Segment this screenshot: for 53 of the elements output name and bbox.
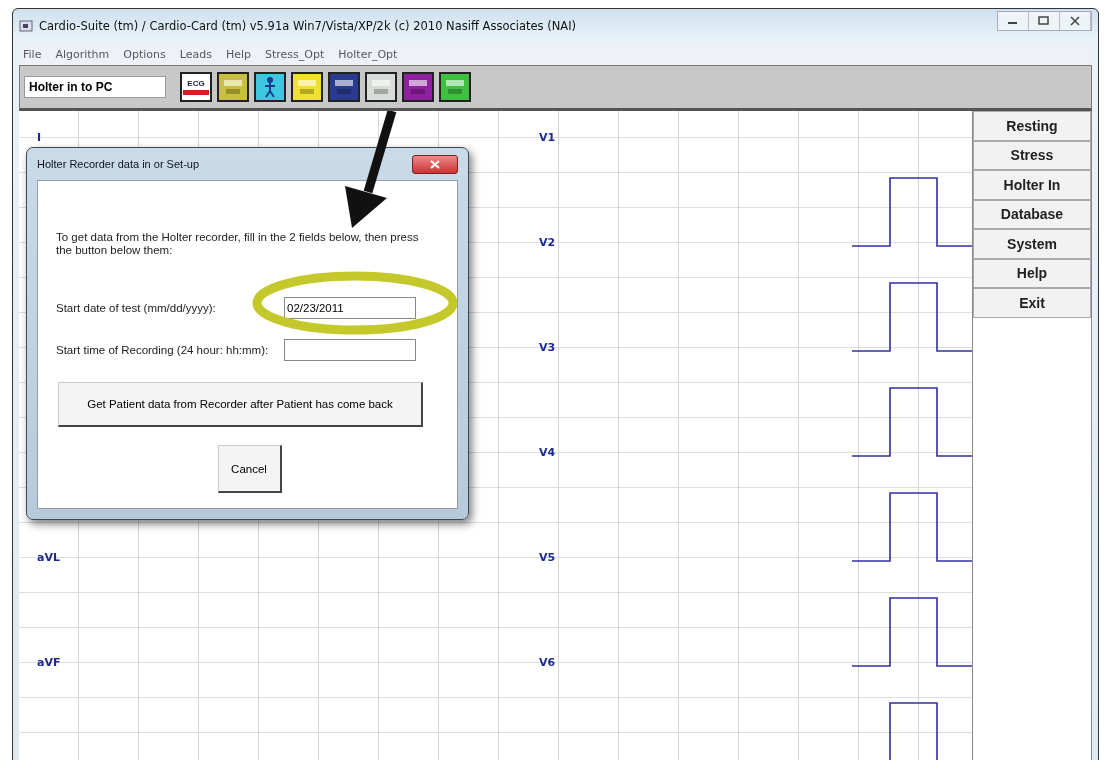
panel-icon <box>296 77 318 97</box>
person-icon <box>262 76 278 98</box>
toolbar-button[interactable]: ECG <box>180 72 212 102</box>
menu-button[interactable]: Holter In <box>973 170 1091 200</box>
toolbar-button[interactable] <box>254 72 286 102</box>
toolbar-button[interactable] <box>291 72 323 102</box>
lead-label: V2 <box>538 235 556 249</box>
field-label: Start date of test (mm/dd/yyyy): <box>56 302 217 315</box>
menu-item[interactable]: Algorithm <box>55 47 110 61</box>
panel-icon <box>222 77 244 97</box>
close-icon <box>1069 16 1081 26</box>
panel-icon <box>407 77 429 97</box>
toolbar-button[interactable] <box>402 72 434 102</box>
menu-item[interactable]: Holter_Opt <box>338 47 398 61</box>
field-label: Start time of Recording (24 hour: hh:mm): <box>56 344 270 357</box>
menu-item[interactable]: Options <box>123 47 166 61</box>
toolbar-button[interactable] <box>217 72 249 102</box>
input-field[interactable] <box>284 339 416 362</box>
toolbar-button[interactable] <box>439 72 471 102</box>
lead-label: I <box>36 130 42 144</box>
close-icon <box>430 159 440 169</box>
cancel-button[interactable]: Cancel <box>217 445 282 494</box>
get-data-button[interactable]: Get Patient data from Recorder after Patient has come back <box>58 382 423 428</box>
lead-label: V3 <box>538 340 556 354</box>
lead-label: V5 <box>538 550 556 564</box>
input-field[interactable]: 02/23/2011 <box>284 297 416 320</box>
mode-label: Holter in to PC <box>24 76 166 98</box>
panel-icon <box>333 77 355 97</box>
menu-button[interactable]: Stress <box>973 140 1091 170</box>
panel-icon <box>444 77 466 97</box>
panel-icon <box>370 77 392 97</box>
menu-button[interactable]: Exit <box>973 288 1091 318</box>
app-icon <box>19 20 33 32</box>
menu-item[interactable]: Help <box>225 47 251 61</box>
toolbar-button[interactable] <box>328 72 360 102</box>
maximize-icon <box>1038 16 1050 26</box>
lead-label: aVL <box>36 550 60 564</box>
menu-item[interactable]: Leads <box>179 47 212 61</box>
dialog-title: Holter Recorder data in or Set-up <box>37 158 200 170</box>
menu-item[interactable]: Stress_Opt <box>265 47 325 61</box>
menu-item[interactable]: File <box>23 47 42 61</box>
toolbar-button[interactable] <box>365 72 397 102</box>
instructions-text: To get data from the Holter recorder, fill in the 2 fields below, then press the button below them: <box>56 231 420 257</box>
window-title: Cardio-Suite (tm) / Cardio-Card (tm) v5.91a Win7/Vista/XP/2k (c) 2010 Nasiff Associates (NAI) <box>39 19 577 33</box>
menu-button[interactable]: System <box>973 229 1091 259</box>
close-button[interactable] <box>412 154 458 174</box>
lead-label: V6 <box>538 655 556 669</box>
menu-button[interactable]: Help <box>973 258 1091 288</box>
menu-button[interactable]: Resting <box>973 111 1091 141</box>
lead-label: V4 <box>538 445 556 459</box>
menu-button[interactable]: Database <box>973 199 1091 229</box>
lead-label: aVF <box>36 655 61 669</box>
lead-label: V1 <box>538 130 556 144</box>
